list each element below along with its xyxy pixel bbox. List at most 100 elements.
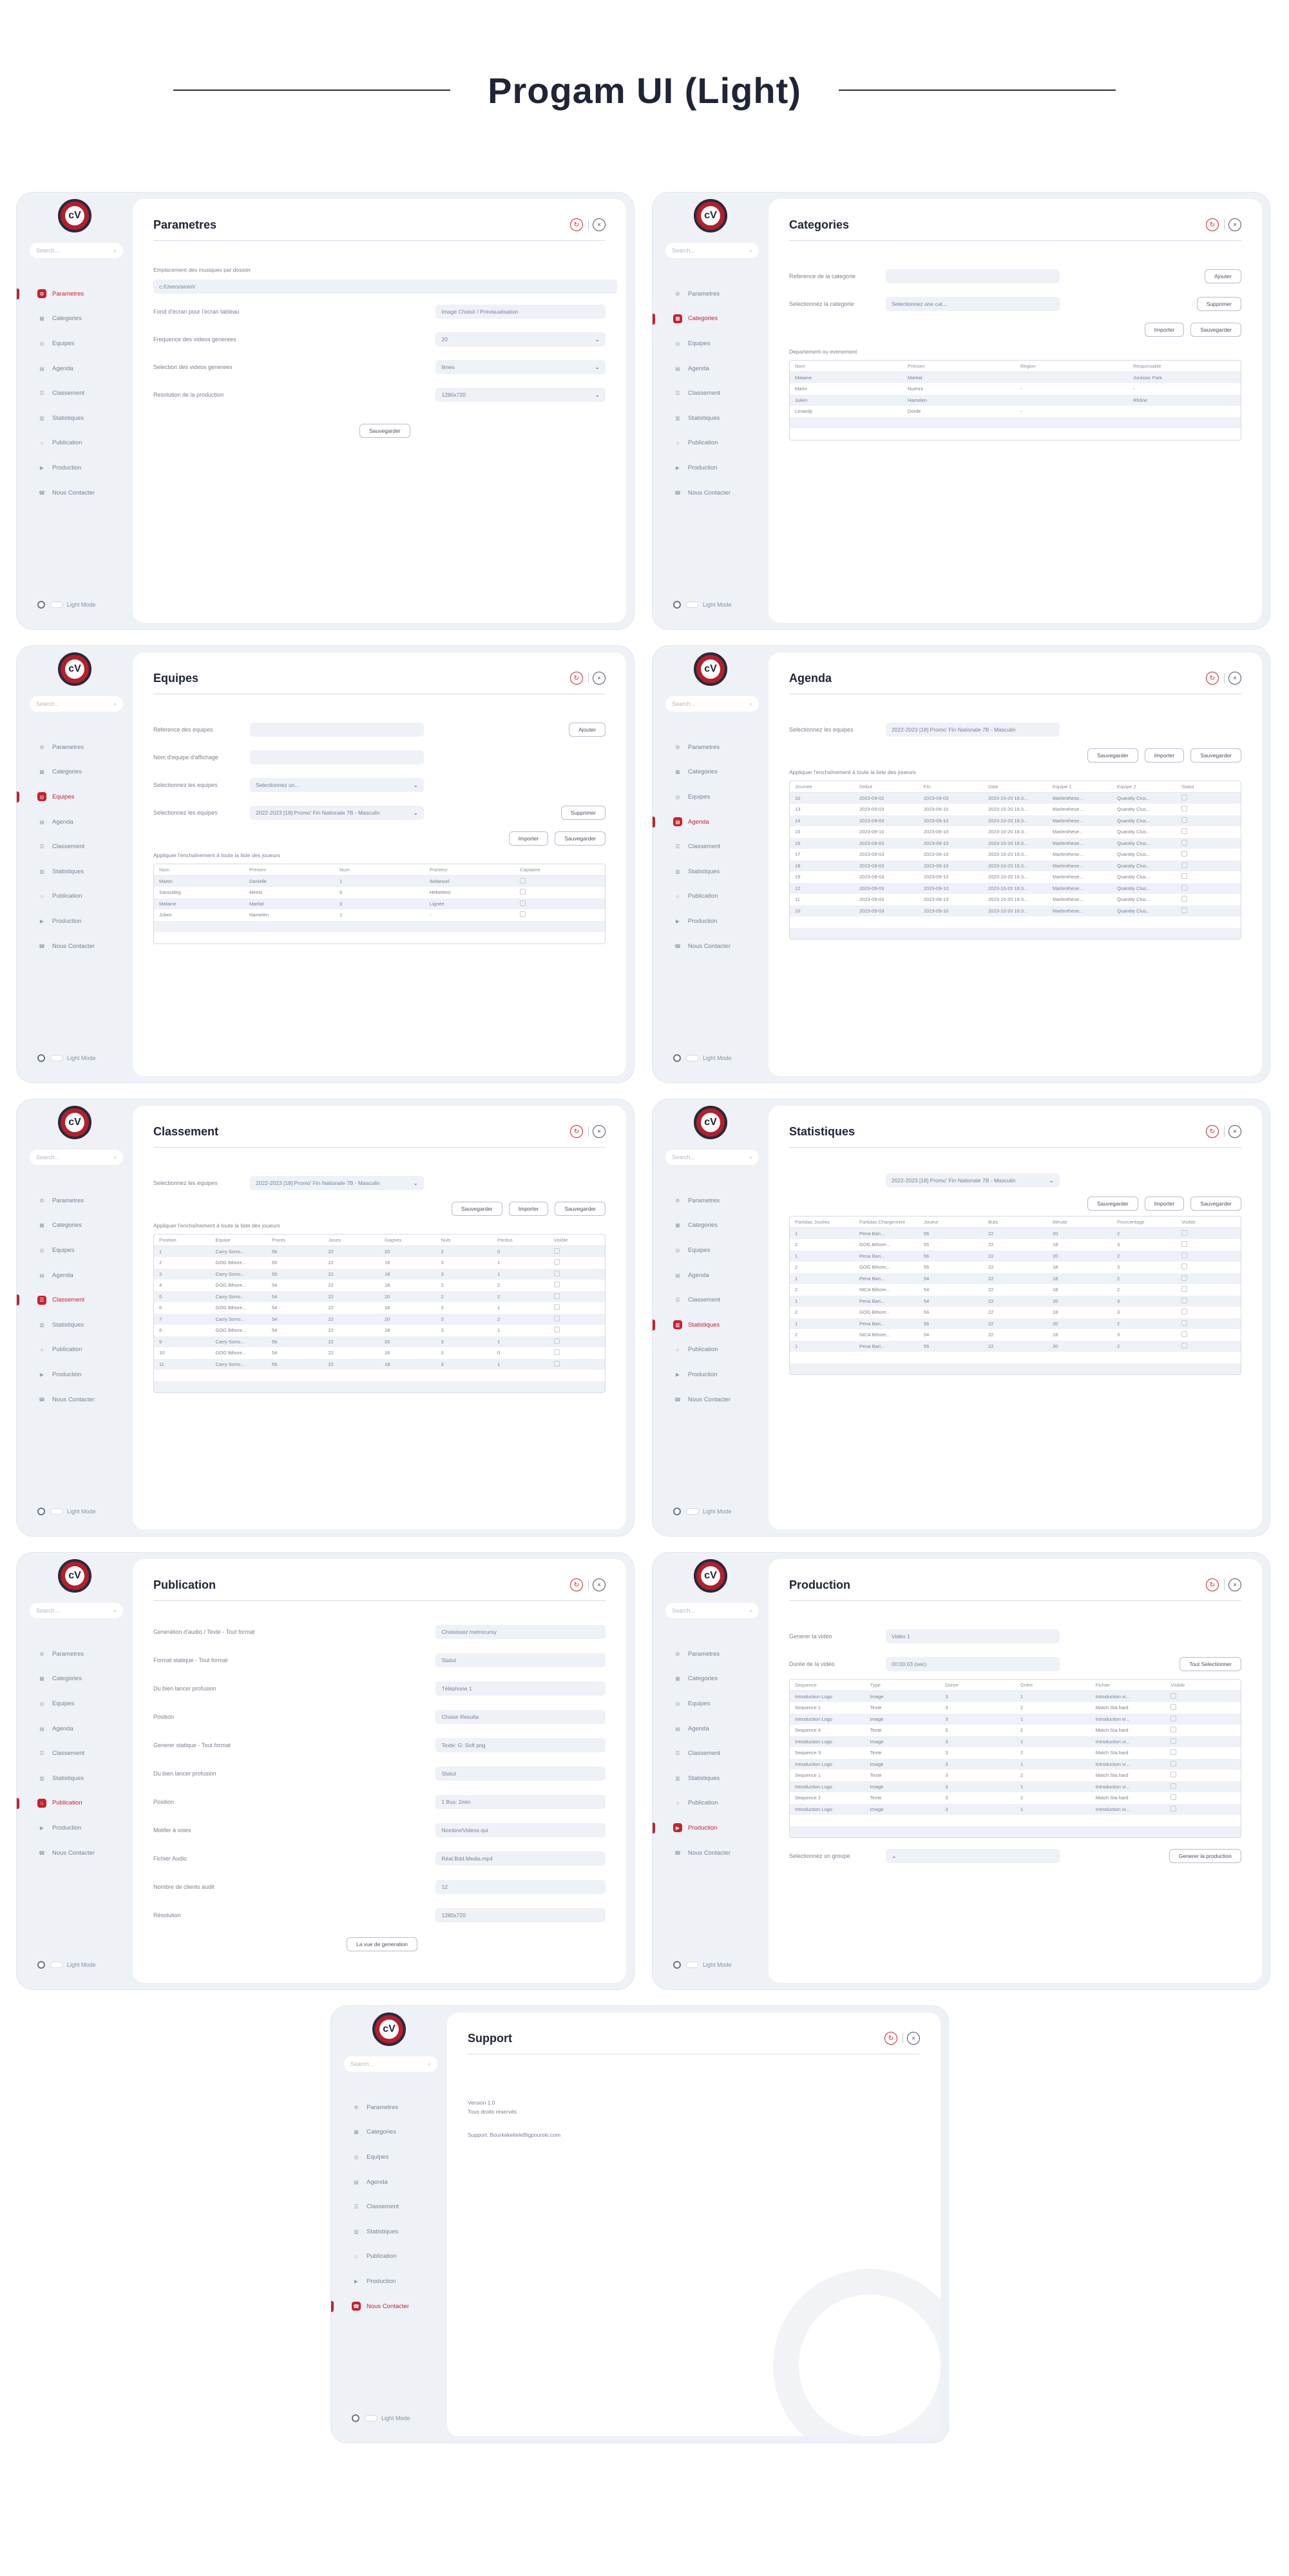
input-field[interactable]: 00:00:03 (sec) bbox=[886, 1657, 1060, 1671]
row-checkbox[interactable] bbox=[553, 1327, 560, 1333]
input-field[interactable] bbox=[250, 723, 424, 737]
sidebar-item-classement[interactable]: ☰ Classement bbox=[17, 1741, 133, 1766]
sidebar-item-agenda[interactable]: ▤ Agenda bbox=[331, 2170, 447, 2195]
refresh-icon[interactable]: ↻ bbox=[570, 1578, 583, 1591]
sidebar-item-classement[interactable]: ☰ Classement bbox=[653, 381, 769, 406]
table-row[interactable]: 13 2023-09-03 2023-09-10 2023-10-20 16:3...… bbox=[790, 804, 1241, 815]
input-field[interactable]: Selectionnez un... ⌄ bbox=[250, 778, 424, 792]
input-field[interactable]: Statut bbox=[435, 1766, 606, 1781]
sidebar-item-equipes[interactable]: ◎ Equipes bbox=[653, 331, 769, 356]
row-checkbox[interactable] bbox=[1181, 828, 1187, 835]
sidebar-item-statistiques[interactable]: ▥ Statistiques bbox=[653, 1766, 769, 1791]
delete-button[interactable]: Supprimer bbox=[560, 806, 606, 820]
table-row[interactable]: 2 NICA Bihore... 54 22 18 2 bbox=[790, 1284, 1241, 1296]
sidebar-item-agenda[interactable]: ▤ Agenda bbox=[17, 1263, 133, 1288]
row-checkbox[interactable] bbox=[1181, 851, 1187, 857]
search-input[interactable]: Search... ⌕ bbox=[665, 1603, 759, 1618]
table-row[interactable]: Sansudeg Mireio 5 Hebetteur bbox=[154, 887, 605, 898]
sidebar-item-agenda[interactable]: ▤ Agenda bbox=[17, 356, 133, 381]
sidebar-item-parametres[interactable]: ⚙ Parametres bbox=[653, 1188, 769, 1213]
sidebar-item-statistiques[interactable]: ▥ Statistiques bbox=[17, 406, 133, 431]
sidebar-item-nous-contacter[interactable]: ☎ Nous Contacter bbox=[17, 1387, 133, 1412]
sidebar-item-parametres[interactable]: ⚙ Parametres bbox=[17, 281, 133, 307]
table-row[interactable]: Sequence 3 Texte 3 2 Match Sta.hard bbox=[790, 1747, 1241, 1759]
row-checkbox[interactable] bbox=[553, 1304, 560, 1311]
toggle-switch[interactable] bbox=[50, 601, 63, 608]
refresh-icon[interactable]: ↻ bbox=[1206, 1578, 1219, 1591]
table-row[interactable]: Lenardy Dorde - bbox=[790, 406, 1241, 417]
table-row[interactable]: 10 2023-09-02 2023-09-03 2023-10-20 16:3...… bbox=[790, 792, 1241, 804]
sidebar-item-statistiques[interactable]: ▥ Statistiques bbox=[17, 1766, 133, 1791]
table-row[interactable]: 12 2023-09-03 2023-09-10 2023-10-20 16:3...… bbox=[790, 882, 1241, 894]
row-checkbox[interactable] bbox=[1181, 1297, 1187, 1303]
input-field[interactable]: 1 Bus: 2min bbox=[435, 1795, 606, 1809]
row-checkbox[interactable] bbox=[1181, 862, 1187, 868]
table-row[interactable]: Sequence 4 Texte 3 2 Match Sta.hard bbox=[790, 1725, 1241, 1736]
table-row[interactable]: 1 Pena Bari... 56 22 20 2 bbox=[790, 1227, 1241, 1239]
search-input[interactable]: Search... ⌕ bbox=[344, 2056, 437, 2072]
row-checkbox[interactable] bbox=[1181, 1229, 1187, 1236]
row-checkbox[interactable] bbox=[1181, 1309, 1187, 1315]
sidebar-item-production[interactable]: ▶ Production bbox=[653, 1815, 769, 1841]
row-checkbox[interactable] bbox=[1181, 839, 1187, 846]
save-button[interactable]: Sauvegarder bbox=[555, 831, 606, 846]
sidebar-item-statistiques[interactable]: ▥ Statistiques bbox=[653, 1312, 769, 1338]
sidebar-item-publication[interactable]: ⌂ Publication bbox=[653, 1791, 769, 1816]
table-row[interactable]: Sequence 2 Texte 3 2 Match Sta.hard bbox=[790, 1792, 1241, 1804]
save-button[interactable]: Sauvegarder bbox=[359, 424, 410, 438]
toggle-switch[interactable] bbox=[686, 1508, 699, 1515]
row-checkbox[interactable] bbox=[553, 1349, 560, 1356]
input-field[interactable]: Texte: G: Soft png bbox=[435, 1738, 606, 1752]
table-row[interactable]: 18 2023-09-03 2023-09-10 2023-10-20 16:3...… bbox=[790, 860, 1241, 871]
row-checkbox[interactable] bbox=[520, 911, 526, 918]
toggle-switch[interactable] bbox=[365, 2415, 377, 2421]
sidebar-item-categories[interactable]: ▦ Categories bbox=[17, 760, 133, 785]
sidebar-item-production[interactable]: ▶ Production bbox=[331, 2269, 447, 2294]
sidebar-item-classement[interactable]: ☰ Classement bbox=[653, 834, 769, 859]
table-row[interactable]: 1 Pena Bari... 56 22 20 2 bbox=[790, 1318, 1241, 1329]
row-checkbox[interactable] bbox=[1181, 1320, 1187, 1326]
save-button[interactable]: Sauvegarder bbox=[1190, 323, 1241, 337]
row-checkbox[interactable] bbox=[553, 1259, 560, 1265]
sidebar-item-nous-contacter[interactable]: ☎ Nous Contacter bbox=[331, 2294, 447, 2319]
row-checkbox[interactable] bbox=[553, 1270, 560, 1276]
sidebar-item-parametres[interactable]: ⚙ Parametres bbox=[653, 735, 769, 760]
input-field[interactable]: Choisissez metrocursy bbox=[435, 1625, 606, 1639]
sidebar-item-classement[interactable]: ☰ Classement bbox=[17, 381, 133, 406]
row-checkbox[interactable] bbox=[553, 1360, 560, 1367]
table-row[interactable]: 14 2023-09-03 2023-09-10 2023-10-20 16:3...… bbox=[790, 815, 1241, 826]
row-checkbox[interactable] bbox=[1181, 873, 1187, 880]
table-row[interactable]: Julien Hamelen 1 - bbox=[154, 909, 605, 921]
sidebar-item-publication[interactable]: ⌂ Publication bbox=[653, 884, 769, 909]
table-row[interactable]: Julien Hamelen Rhône bbox=[790, 394, 1241, 406]
theme-toggle[interactable]: Light Mode bbox=[37, 601, 96, 609]
close-icon[interactable]: × bbox=[593, 218, 606, 231]
delete-button[interactable]: Supprimer bbox=[1196, 297, 1241, 311]
table-row[interactable]: 19 2023-09-03 2023-09-10 2023-10-20 16:3...… bbox=[790, 871, 1241, 883]
table-row[interactable]: 10 GOG Bihore... 54 22 18 3 0 bbox=[154, 1347, 605, 1359]
input-field[interactable] bbox=[886, 269, 1060, 283]
search-input[interactable]: Search... ⌕ bbox=[30, 1150, 123, 1165]
input-field[interactable] bbox=[250, 750, 424, 764]
sidebar-item-nous-contacter[interactable]: ☎ Nous Contacter bbox=[17, 1841, 133, 1866]
sidebar-item-nous-contacter[interactable]: ☎ Nous Contacter bbox=[17, 480, 133, 506]
theme-toggle[interactable]: Light Mode bbox=[37, 1508, 96, 1515]
generate-button[interactable]: Generer la production bbox=[1169, 1849, 1241, 1863]
sidebar-item-production[interactable]: ▶ Production bbox=[653, 1362, 769, 1387]
row-checkbox[interactable] bbox=[1181, 1252, 1187, 1258]
search-input[interactable]: Search... ⌕ bbox=[30, 243, 123, 258]
save-button[interactable]: Sauvegarder bbox=[555, 1202, 606, 1216]
sidebar-item-production[interactable]: ▶ Production bbox=[653, 455, 769, 480]
input-field[interactable]: Image Choisir / Prévisualisation bbox=[435, 305, 606, 319]
table-row[interactable]: 2 NICA Bihore... 54 22 18 3 bbox=[790, 1329, 1241, 1341]
row-checkbox[interactable] bbox=[553, 1293, 560, 1299]
sidebar-item-agenda[interactable]: ▤ Agenda bbox=[653, 810, 769, 835]
import-button[interactable]: Importer bbox=[508, 831, 549, 846]
close-icon[interactable]: × bbox=[593, 1578, 606, 1591]
input-field[interactable]: Ilmes ⌄ bbox=[435, 360, 606, 374]
table-row[interactable]: 2 GOG Bihore... 55 22 18 3 1 bbox=[154, 1257, 605, 1269]
sidebar-item-equipes[interactable]: ◎ Equipes bbox=[17, 784, 133, 810]
sidebar-item-categories[interactable]: ▦ Categories bbox=[653, 760, 769, 785]
row-checkbox[interactable] bbox=[1170, 1715, 1177, 1721]
sidebar-item-nous-contacter[interactable]: ☎ Nous Contacter bbox=[653, 1841, 769, 1866]
